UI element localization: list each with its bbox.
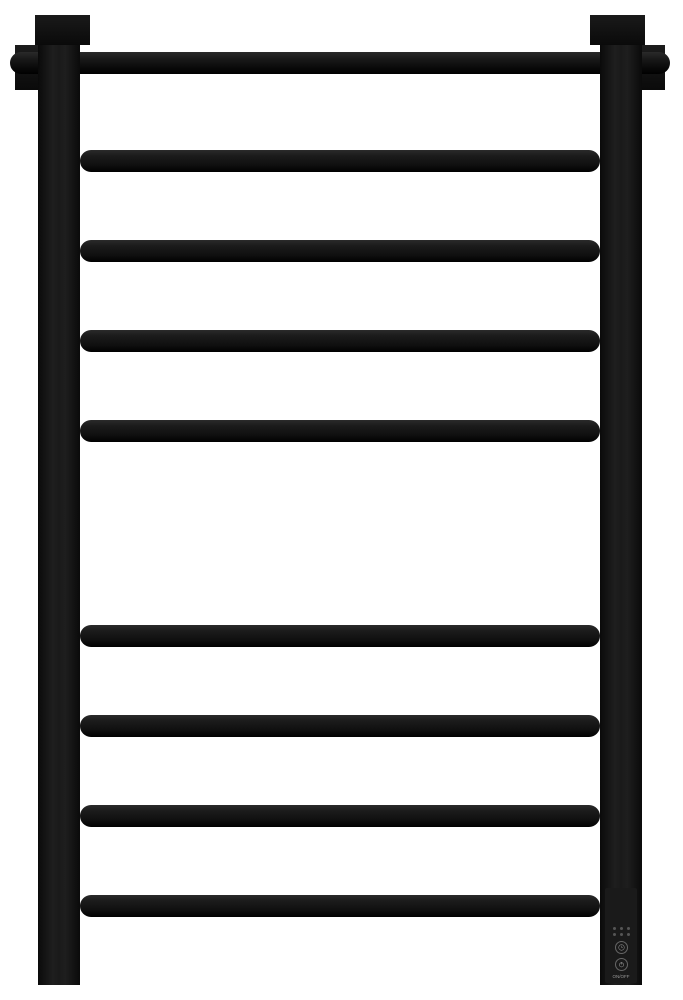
led-indicator xyxy=(620,927,623,930)
vertical-post-right xyxy=(600,45,642,985)
led-row-bottom xyxy=(613,933,630,936)
top-rail-bar xyxy=(10,52,670,74)
rail-bar xyxy=(80,895,600,917)
mount-top-left xyxy=(35,15,90,45)
power-button[interactable] xyxy=(615,958,628,971)
led-indicator xyxy=(613,933,616,936)
rail-bar xyxy=(80,715,600,737)
rail-bar xyxy=(80,150,600,172)
vertical-post-left xyxy=(38,45,80,985)
rail-bar xyxy=(80,240,600,262)
rail-bar xyxy=(80,625,600,647)
rail-bar xyxy=(80,420,600,442)
rail-bar xyxy=(80,805,600,827)
led-indicator xyxy=(627,933,630,936)
led-indicator xyxy=(620,933,623,936)
control-panel: ON/OFF xyxy=(605,888,637,983)
led-indicator xyxy=(613,927,616,930)
led-row-top xyxy=(613,927,630,930)
heated-towel-rail: ON/OFF xyxy=(10,15,670,985)
rail-bar xyxy=(80,330,600,352)
mount-top-right xyxy=(590,15,645,45)
power-icon xyxy=(618,961,625,968)
led-indicator xyxy=(627,927,630,930)
onoff-label: ON/OFF xyxy=(613,974,630,979)
timer-button[interactable] xyxy=(615,941,628,954)
timer-icon xyxy=(618,944,625,951)
